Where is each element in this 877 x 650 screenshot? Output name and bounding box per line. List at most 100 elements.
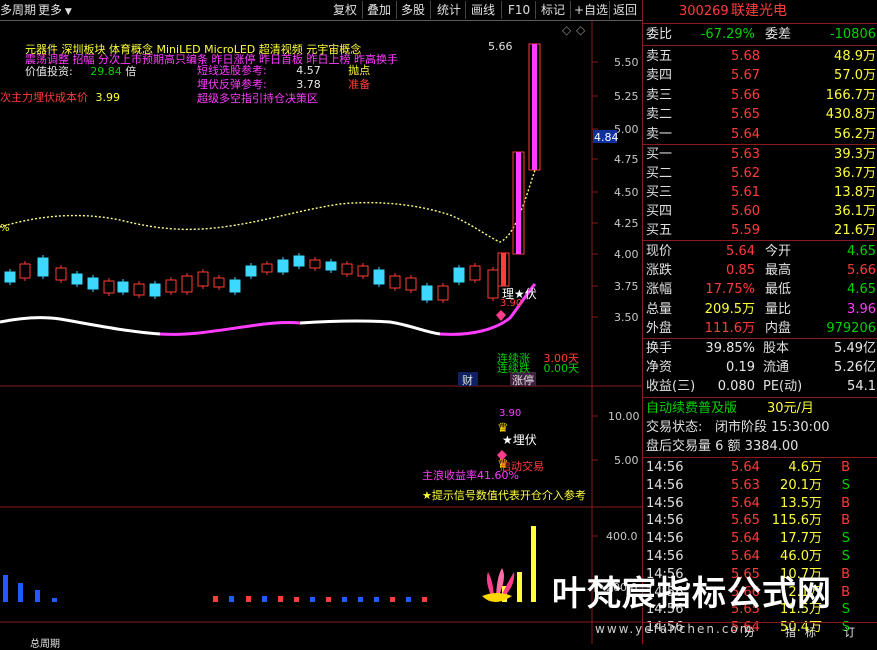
volume-bar xyxy=(3,575,8,602)
tick-time: 14:56 xyxy=(646,531,684,547)
fund-value: 39.85% xyxy=(705,341,755,356)
weibi-value: -67.29% xyxy=(700,27,755,42)
add-watchlist-button[interactable]: +自选 xyxy=(574,2,608,18)
tick-volume: 13.5万 xyxy=(780,495,822,511)
cai-marker[interactable]: 财 xyxy=(462,372,473,388)
asks-price: 5.66 xyxy=(731,87,760,103)
divider xyxy=(643,23,877,24)
divider xyxy=(430,1,431,19)
asks-row[interactable]: 卖二 5.65 430.8万 xyxy=(643,105,877,124)
multi-period-button[interactable]: 多周期 xyxy=(0,2,36,18)
bids-volume: 21.6万 xyxy=(834,223,876,238)
bids-row[interactable]: 买一 5.63 39.3万 xyxy=(643,145,877,164)
stat-row: 外盘 111.6万 内盘 979206 xyxy=(643,319,877,338)
candle-body xyxy=(405,277,417,291)
bids-row[interactable]: 买二 5.62 36.7万 xyxy=(643,164,877,183)
candle-body xyxy=(325,261,337,271)
draw-line-button[interactable]: 画线 xyxy=(471,2,495,18)
stat-value: 17.75% xyxy=(705,282,755,298)
asks-row[interactable]: 卖一 5.64 56.2万 xyxy=(643,125,877,144)
stat-value: 209.5万 xyxy=(704,301,755,317)
asks-volume: 57.0万 xyxy=(834,68,876,84)
tick-price: 5.63 xyxy=(731,477,760,493)
bids-price: 5.59 xyxy=(731,223,760,238)
stat-label: 量比 xyxy=(765,301,792,317)
fuquan-button[interactable]: 复权 xyxy=(333,2,357,18)
divider xyxy=(643,45,877,46)
tick-side: B xyxy=(841,495,850,511)
volume-bars xyxy=(3,526,536,602)
asks-row[interactable]: 卖五 5.68 48.9万 xyxy=(643,47,877,66)
overlay-button[interactable]: 叠加 xyxy=(367,2,391,18)
axis-tick-label: 4.25 xyxy=(614,217,639,230)
axis-tick-label: 5.25 xyxy=(614,90,639,103)
back-button[interactable]: 返回 xyxy=(613,2,637,18)
candle-body xyxy=(357,265,369,277)
value-invest-label: 价值投资: xyxy=(25,65,73,78)
candle-body xyxy=(277,259,289,273)
stat-value: 5.66 xyxy=(847,263,876,279)
candle-body xyxy=(453,267,465,283)
stat-label: 涨跌 xyxy=(646,263,673,279)
zhangting-marker[interactable]: 涨停 xyxy=(512,372,534,388)
candle-body xyxy=(4,271,16,283)
tab-biao[interactable]: 标 xyxy=(805,623,816,642)
kline-chart[interactable]: 5.50 5.25 5.00 4.75 4.50 4.25 4.00 3.75 … xyxy=(0,21,642,644)
after-hours: 盘后交易量 6 额 3384.00 xyxy=(646,439,799,454)
tick-volume: 4.6万 xyxy=(788,460,822,475)
asks-price: 5.64 xyxy=(731,126,760,142)
asks-label: 卖四 xyxy=(646,68,673,84)
stat-label: 最高 xyxy=(765,263,792,279)
asks-row[interactable]: 卖三 5.66 166.7万 xyxy=(643,86,877,105)
diamond-outline-icon: ◇ xyxy=(562,23,572,37)
stat-value: 4.65 xyxy=(847,282,876,298)
lower-support-line xyxy=(299,319,441,336)
asks-price: 5.65 xyxy=(731,107,760,123)
volume-bar xyxy=(422,597,427,602)
divider xyxy=(501,1,502,19)
volume-bar xyxy=(326,597,331,602)
volume-bar xyxy=(531,526,536,602)
bids-row[interactable]: 买四 5.60 36.1万 xyxy=(643,202,877,221)
asks-label: 卖五 xyxy=(646,49,673,64)
asks-label: 卖一 xyxy=(646,126,673,142)
asks-row[interactable]: 卖四 5.67 57.0万 xyxy=(643,66,877,85)
statistics-button[interactable]: 统计 xyxy=(437,2,461,18)
fund-label: 流通 xyxy=(763,360,790,375)
tick-row: 14:56 5.64 4.6万 B xyxy=(643,459,877,477)
sub-maifu: ★埋伏 xyxy=(502,433,537,447)
candle-body xyxy=(487,269,499,299)
quote-panel: 300269 联建光电 委比 -67.29% 委差 -10806 卖五 5.68 4… xyxy=(642,0,877,644)
stock-code: 300269 xyxy=(679,4,729,19)
bids-row[interactable]: 买三 5.61 13.8万 xyxy=(643,183,877,202)
bids-row[interactable]: 买五 5.59 21.6万 xyxy=(643,221,877,240)
trade-status-label: 交易状态: xyxy=(646,420,703,435)
candle-fill xyxy=(516,152,521,254)
tick-side: S xyxy=(841,477,850,493)
weicha-value: -10806 xyxy=(829,27,876,42)
f10-button[interactable]: F10 xyxy=(508,2,530,18)
tick-row: 14:56 5.65 115.6万 B xyxy=(643,512,877,530)
asks-volume: 48.9万 xyxy=(834,49,876,64)
tick-row: 14:56 5.64 13.5万 B xyxy=(643,495,877,513)
tab-ding[interactable]: 订 xyxy=(844,623,855,642)
promo-text: 自动续费普及版 xyxy=(646,401,738,416)
tab-zhi[interactable]: 指 xyxy=(785,623,796,642)
asks-label: 卖三 xyxy=(646,87,673,103)
multi-stock-button[interactable]: 多股 xyxy=(401,2,425,18)
mark-button[interactable]: 标记 xyxy=(541,2,565,18)
lower-support-line xyxy=(0,316,161,336)
bids-volume: 13.8万 xyxy=(834,185,876,200)
asks-volume: 166.7万 xyxy=(825,87,876,103)
volume-bar xyxy=(406,597,411,602)
axis-tick-label: 4.50 xyxy=(614,186,639,199)
more-button[interactable]: 更多 ▼ xyxy=(38,2,72,18)
candle-body xyxy=(373,269,385,285)
promo-row[interactable]: 自动续费普及版 30元/月 xyxy=(643,399,877,418)
divider xyxy=(570,1,571,19)
axis-tick-label: 10.00 xyxy=(608,410,640,423)
bids-label: 买四 xyxy=(646,204,673,219)
tick-row: 14:56 5.63 20.1万 S xyxy=(643,477,877,495)
tick-price: 5.64 xyxy=(731,495,760,511)
bids-price: 5.61 xyxy=(731,185,760,200)
